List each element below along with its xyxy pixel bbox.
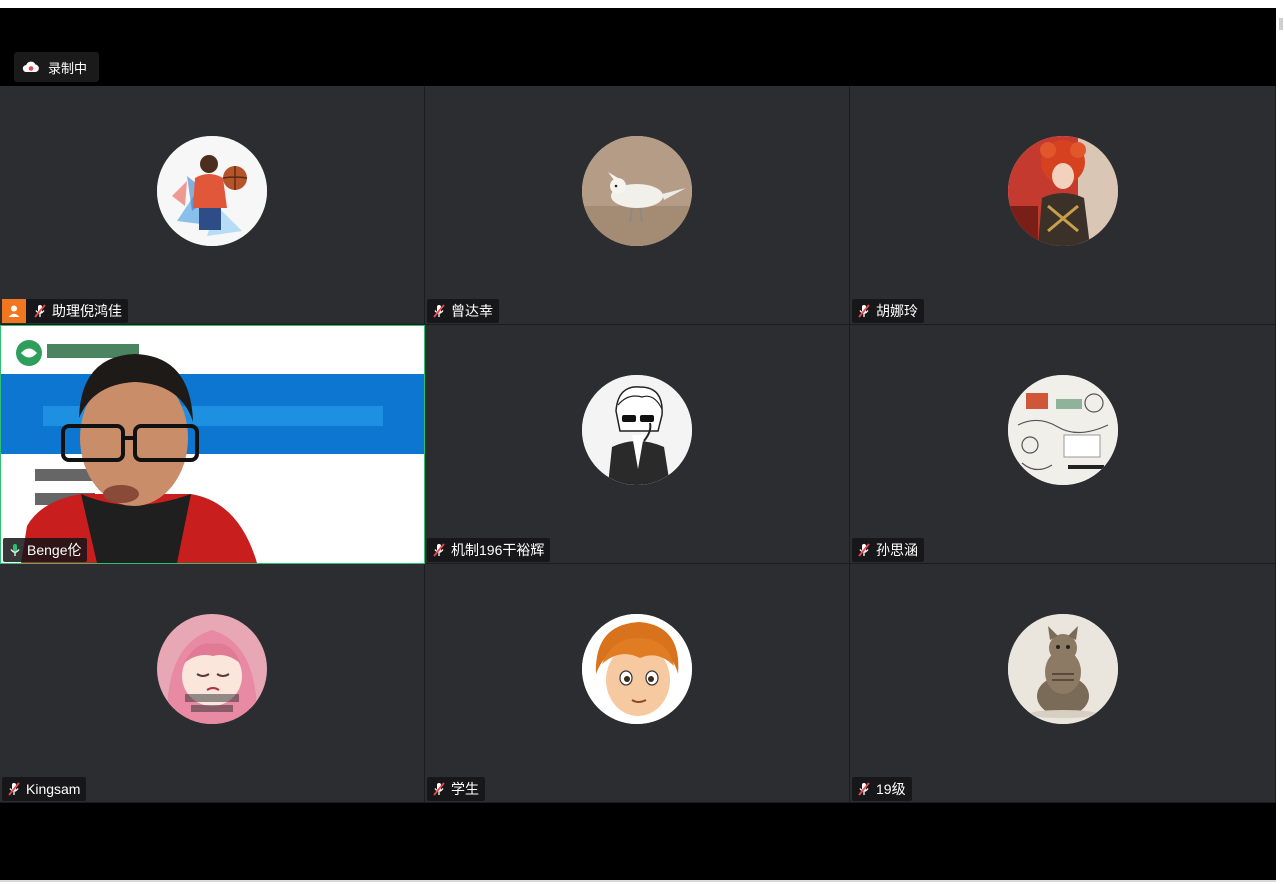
participant-tile[interactable]: Kingsam [0,564,425,803]
participant-name-tag: 孙思涵 [852,538,924,562]
bottom-divider [0,880,1276,882]
host-badge [2,299,26,323]
sketch-notes-avatar [1007,375,1118,485]
basketball-player-avatar [157,136,267,246]
window-resize-handle[interactable] [1279,18,1283,30]
participant-name-tag: Kingsam [2,777,87,801]
mic-active-icon [10,544,20,556]
participant-name-tag: 19级 [852,777,912,801]
cloud-record-icon [22,61,39,73]
mic-muted-icon [433,543,445,557]
sunglasses-cartoon-avatar [582,375,692,485]
participant-name: 助理倪鸿佳 [52,303,122,319]
participant-tile-active-speaker[interactable]: Benge伦 [0,325,425,564]
participant-name: Kingsam [26,781,81,797]
camera-video [1,326,424,563]
participant-name-tag: Benge伦 [3,538,88,562]
mic-muted-icon [858,543,870,557]
participant-name-tag: 学生 [427,777,485,801]
participant-name: 孙思涵 [876,542,918,558]
participant-name-tag: 助理倪鸿佳 [2,299,128,323]
participant-name-tag: 胡娜玲 [852,299,924,323]
participant-name: 机制196干裕辉 [451,542,545,558]
participant-name: 胡娜玲 [876,303,918,319]
mic-muted-icon [8,782,20,796]
recording-indicator[interactable]: 录制中 [14,52,100,82]
participant-tile[interactable]: 机制196干裕辉 [425,325,850,564]
participant-tile[interactable]: 曾达幸 [425,86,850,325]
cartoon-boy-avatar [582,614,692,724]
meeting-window: 录制中 助理倪鸿佳 曾达幸 胡娜玲 Benge伦 机制196干裕辉 孙思涵 Ki… [0,8,1276,880]
mic-muted-icon [858,782,870,796]
red-hat-girl-avatar [1007,136,1118,246]
mic-muted-icon [34,304,46,318]
mic-muted-icon [433,782,445,796]
participant-name: 曾达幸 [451,303,493,319]
video-grid: 助理倪鸿佳 曾达幸 胡娜玲 Benge伦 机制196干裕辉 孙思涵 Kingsa… [0,86,1276,803]
participant-tile[interactable]: 胡娜玲 [850,86,1276,325]
participant-tile[interactable]: 助理倪鸿佳 [0,86,425,325]
participant-name-tag: 机制196干裕辉 [427,538,551,562]
participant-tile[interactable]: 孙思涵 [850,325,1276,564]
white-parrot-avatar [582,136,692,246]
participant-name-tag: 曾达幸 [427,299,499,323]
cat-avatar [1007,614,1118,724]
recording-label: 录制中 [48,60,88,76]
participant-tile[interactable]: 学生 [425,564,850,803]
mic-muted-icon [858,304,870,318]
participant-name: 学生 [451,781,479,797]
user-icon [8,305,20,317]
participant-tile[interactable]: 19级 [850,564,1276,803]
anime-pink-hair-avatar [157,614,267,724]
mic-muted-icon [433,304,445,318]
participant-name: 19级 [876,781,906,797]
participant-name: Benge伦 [27,542,82,558]
